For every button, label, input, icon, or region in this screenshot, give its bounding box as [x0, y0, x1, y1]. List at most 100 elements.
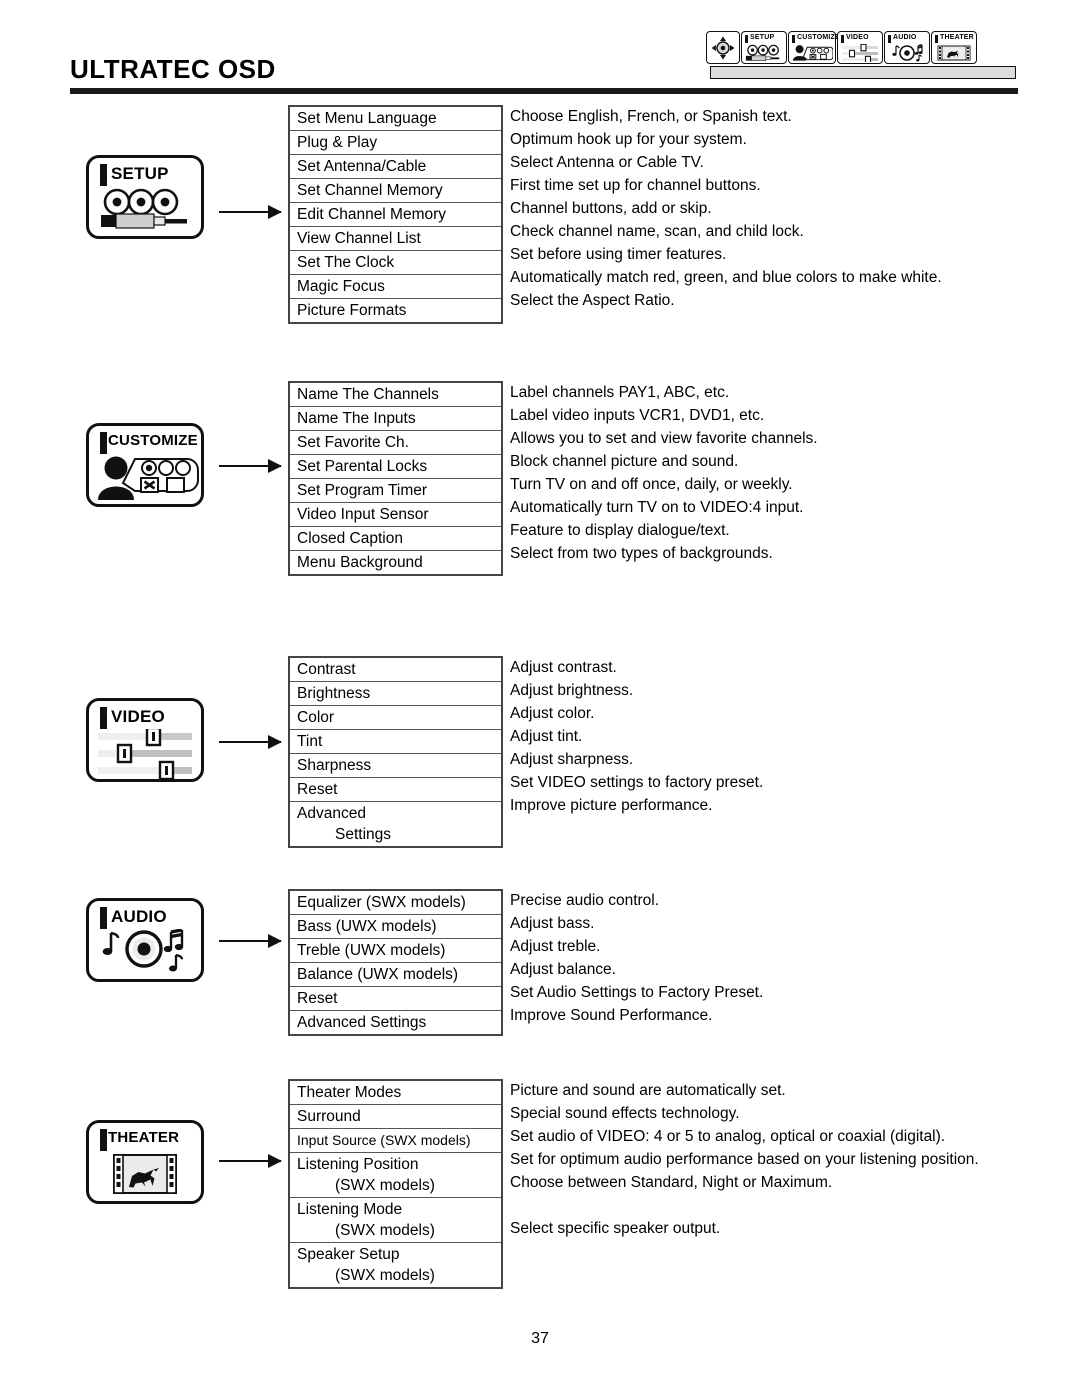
tab-theater[interactable]: THEATER [931, 31, 977, 64]
setup-accent-bar [100, 164, 107, 186]
setup-icon-box[interactable]: SETUP [86, 155, 204, 239]
table-row[interactable]: Video Input Sensor [290, 503, 501, 527]
table-row[interactable]: Listening Mode (SWX models) [290, 1198, 501, 1243]
table-row[interactable]: Set The Clock [290, 251, 501, 275]
tab-customize-label: CUSTOMIZE [791, 33, 840, 42]
row-description: Adjust treble. [510, 938, 601, 955]
row-description: Special sound effects technology. [510, 1105, 740, 1122]
tab-customize[interactable]: CUSTOMIZE [788, 31, 840, 64]
tab-audio[interactable]: AUDIO [884, 31, 930, 64]
video-arrow [219, 735, 282, 749]
audio-icon-label: AUDIO [111, 907, 167, 926]
video-icon-label: VIDEO [111, 707, 165, 726]
video-icon [840, 42, 880, 63]
theater-icon [934, 42, 974, 63]
customize-desc-column: Label channels PAY1, ABC, etc. Label vid… [510, 381, 1080, 565]
table-row[interactable]: Listening Position (SWX models) [290, 1153, 501, 1198]
video-label-column: Contrast Brightness Color Tint Sharpness… [288, 656, 503, 848]
theater-label-column: Theater Modes Surround Input Source (SWX… [288, 1079, 503, 1289]
table-row[interactable]: Set Menu Language [290, 107, 501, 131]
row-description: Improve Sound Performance. [510, 1007, 713, 1024]
table-row[interactable]: Balance (UWX models) [290, 963, 501, 987]
table-row[interactable]: Treble (UWX models) [290, 939, 501, 963]
row-description: Adjust contrast. [510, 659, 617, 676]
row-description: Adjust tint. [510, 728, 583, 745]
row-description: Set for optimum audio performance based … [510, 1151, 979, 1168]
setup-desc-column: Choose English, French, or Spanish text.… [510, 105, 1080, 312]
video-icon [89, 729, 201, 779]
setup-label-column: Set Menu Language Plug & Play Set Antenn… [288, 105, 503, 324]
audio-accent-bar [100, 907, 107, 929]
page-header: ULTRATEC OSD SETUP CUSTOMIZE VIDEO AUDIO… [0, 0, 1080, 96]
table-row[interactable]: Set Program Timer [290, 479, 501, 503]
theater-accent-bar [100, 1129, 107, 1151]
table-row[interactable]: Set Channel Memory [290, 179, 501, 203]
table-row[interactable]: Reset [290, 778, 501, 802]
table-row[interactable]: Theater Modes [290, 1081, 501, 1105]
table-row[interactable]: Edit Channel Memory [290, 203, 501, 227]
table-row[interactable]: Brightness [290, 682, 501, 706]
table-row[interactable]: Menu Background [290, 551, 501, 574]
table-row[interactable]: Picture Formats [290, 299, 501, 322]
table-row[interactable]: Reset [290, 987, 501, 1011]
tab-theater-label: THEATER [934, 33, 974, 42]
row-description: Select specific speaker output. [510, 1220, 721, 1237]
tab-video-label: VIDEO [840, 33, 880, 42]
row-description: Adjust balance. [510, 961, 616, 978]
customize-icon [791, 42, 833, 63]
table-row[interactable]: Name The Inputs [290, 407, 501, 431]
table-row[interactable]: Surround [290, 1105, 501, 1129]
theater-arrow [219, 1154, 282, 1168]
table-row[interactable]: Set Parental Locks [290, 455, 501, 479]
table-row[interactable]: Input Source (SWX models) [290, 1129, 501, 1153]
row-description: Turn TV on and off once, daily, or weekl… [510, 476, 793, 493]
row-description: Label channels PAY1, ABC, etc. [510, 384, 730, 401]
customize-icon-box[interactable]: CUSTOMIZE [86, 423, 204, 507]
table-row[interactable]: Closed Caption [290, 527, 501, 551]
table-row[interactable]: Bass (UWX models) [290, 915, 501, 939]
table-row[interactable]: Advanced Settings [290, 1011, 501, 1034]
audio-icon [887, 42, 927, 63]
table-row[interactable]: Sharpness [290, 754, 501, 778]
setup-icon [744, 42, 784, 63]
tab-navigation-pad[interactable] [706, 31, 740, 64]
theater-icon-label: THEATER [108, 1129, 180, 1146]
audio-label-column: Equalizer (SWX models) Bass (UWX models)… [288, 889, 503, 1036]
table-row[interactable]: Advanced Settings [290, 802, 501, 846]
table-row[interactable]: Equalizer (SWX models) [290, 891, 501, 915]
table-row[interactable]: Tint [290, 730, 501, 754]
table-row[interactable]: Plug & Play [290, 131, 501, 155]
row-description: Improve picture performance. [510, 797, 713, 814]
row-description: Label video inputs VCR1, DVD1, etc. [510, 407, 765, 424]
row-label-main: Advanced [297, 805, 366, 822]
table-row[interactable]: Speaker Setup (SWX models) [290, 1243, 501, 1287]
row-description: Picture and sound are automatically set. [510, 1082, 786, 1099]
table-row[interactable]: Name The Channels [290, 383, 501, 407]
video-icon-box[interactable]: VIDEO [86, 698, 204, 782]
video-desc-column: Adjust contrast. Adjust brightness. Adju… [510, 656, 1080, 817]
row-label-main: Listening Position [297, 1156, 419, 1173]
customize-icon-label: CUSTOMIZE [108, 432, 198, 449]
table-row[interactable]: Contrast [290, 658, 501, 682]
audio-icon-box[interactable]: AUDIO [86, 898, 204, 982]
theater-icon-box[interactable]: THEATER [86, 1120, 204, 1204]
table-row[interactable]: Set Favorite Ch. [290, 431, 501, 455]
row-description: Adjust bass. [510, 915, 595, 932]
customize-label-column: Name The Channels Name The Inputs Set Fa… [288, 381, 503, 576]
row-description: Adjust color. [510, 705, 595, 722]
setup-icon-label: SETUP [111, 164, 169, 183]
row-description: First time set up for channel buttons. [510, 177, 761, 194]
table-row[interactable]: Color [290, 706, 501, 730]
tab-video[interactable]: VIDEO [837, 31, 883, 64]
row-description: Channel buttons, add or skip. [510, 200, 712, 217]
row-label-sub: Settings [335, 826, 392, 843]
row-description: Adjust sharpness. [510, 751, 634, 768]
tab-setup-label: SETUP [744, 33, 784, 42]
table-row[interactable]: Magic Focus [290, 275, 501, 299]
dpad-icon [709, 33, 737, 63]
row-description: Automatically match red, green, and blue… [510, 269, 942, 286]
tab-setup[interactable]: SETUP [741, 31, 787, 64]
table-row[interactable]: View Channel List [290, 227, 501, 251]
theater-icon [89, 1153, 201, 1201]
table-row[interactable]: Set Antenna/Cable [290, 155, 501, 179]
